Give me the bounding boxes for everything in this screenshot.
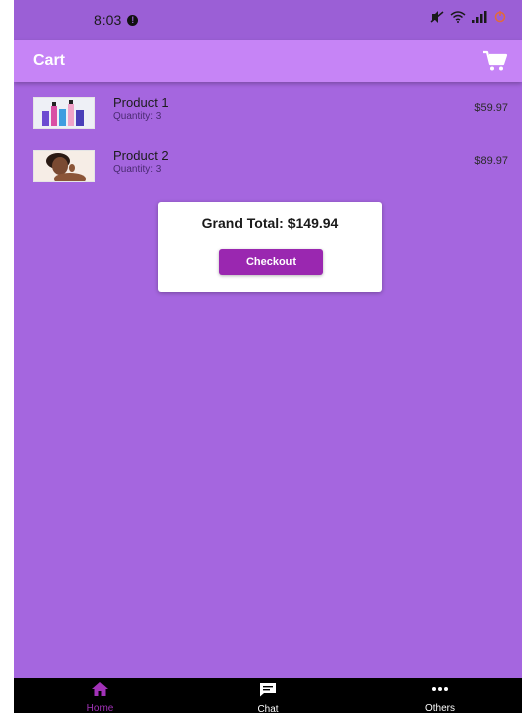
phone-screen: 8:03 ! Cart Product 1 Quantity: 3 $59.97… <box>14 0 522 713</box>
cosmetics-bottles-image <box>34 98 94 128</box>
product-quantity: Quantity: 3 <box>113 164 162 175</box>
notification-icon: ! <box>127 14 139 26</box>
status-time-group: 8:03 ! <box>94 12 139 28</box>
product-name: Product 2 <box>113 148 169 163</box>
nav-item-home[interactable]: Home <box>50 682 150 713</box>
product-price: $59.97 <box>474 102 508 114</box>
battery-icon <box>494 11 506 23</box>
face-model-image <box>34 151 94 181</box>
product-quantity: Quantity: 3 <box>113 111 162 122</box>
cart-item: Product 2 Quantity: 3 $89.97 <box>14 146 522 190</box>
product-image <box>33 97 95 129</box>
status-icons <box>430 11 506 23</box>
page-title: Cart <box>33 52 66 69</box>
checkout-button[interactable]: Checkout <box>219 249 323 275</box>
chat-icon <box>260 683 276 697</box>
product-name: Product 1 <box>113 95 169 110</box>
signal-icon <box>472 11 487 23</box>
app-bar: Cart <box>14 40 522 82</box>
grand-total-card: Grand Total: $149.94 Checkout <box>158 202 382 292</box>
nav-item-others[interactable]: Others <box>390 682 490 713</box>
status-time: 8:03 <box>94 12 122 28</box>
cart-icon <box>483 50 508 71</box>
grand-total: Grand Total: $149.94 <box>201 215 339 231</box>
nav-item-chat[interactable]: Chat <box>218 682 318 713</box>
cart-button[interactable] <box>482 50 508 72</box>
wifi-icon <box>450 11 466 23</box>
bottom-nav: Home Chat Others <box>14 678 522 713</box>
nav-label-chat: Chat <box>257 704 279 713</box>
product-image <box>33 150 95 182</box>
home-icon <box>92 682 108 696</box>
nav-label-home: Home <box>86 703 114 713</box>
product-price: $89.97 <box>474 155 508 167</box>
cart-item: Product 1 Quantity: 3 $59.97 <box>14 93 522 137</box>
more-icon <box>432 687 448 691</box>
status-bar: 8:03 ! <box>14 0 522 40</box>
nav-label-others: Others <box>424 703 455 713</box>
mute-icon <box>430 11 444 23</box>
